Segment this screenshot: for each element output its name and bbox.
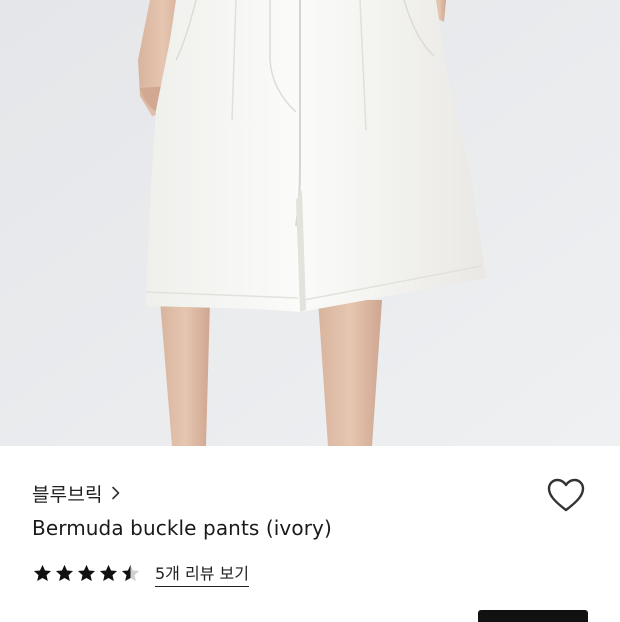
action-button[interactable] (478, 610, 588, 622)
product-info-panel: 블루브릭 Bermuda buckle pants (ivory) 5개 리뷰 … (0, 446, 620, 622)
product-photo-illustration (0, 0, 620, 446)
star-icon (55, 564, 74, 581)
star-half-icon (121, 564, 140, 581)
rating-row: 5개 리뷰 보기 (32, 560, 249, 587)
brand-link[interactable]: 블루브릭 (32, 480, 121, 506)
product-photo (0, 0, 620, 446)
brand-name: 블루브릭 (32, 483, 103, 506)
star-icon (99, 564, 118, 581)
product-title: Bermuda buckle pants (ivory) (32, 516, 332, 540)
chevron-right-icon (111, 486, 120, 500)
star-rating (32, 563, 141, 584)
reviews-link[interactable]: 5개 리뷰 보기 (155, 560, 249, 587)
star-icon (77, 564, 96, 581)
star-icon (33, 564, 52, 581)
heart-outline-icon[interactable] (546, 476, 586, 516)
